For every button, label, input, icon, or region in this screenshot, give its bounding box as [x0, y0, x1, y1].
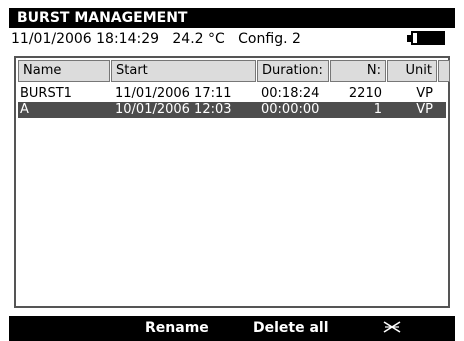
- column-header-n[interactable]: N:: [330, 60, 386, 82]
- cell-start: 11/01/2006 17:11: [115, 86, 232, 101]
- burst-list[interactable]: Name Start Duration: N: Unit BURST1 11/0…: [14, 56, 450, 308]
- cell-duration: 00:00:00: [261, 102, 320, 117]
- window-title: BURST MANAGEMENT: [17, 10, 188, 26]
- cell-name: A: [20, 102, 29, 117]
- status-bar: 11/01/2006 18:14:29 24.2 °C Config. 2: [9, 28, 455, 50]
- column-header-start[interactable]: Start: [111, 60, 256, 82]
- table-row[interactable]: BURST1 11/01/2006 17:11 00:18:24 2210 VP: [18, 86, 446, 102]
- cell-unit: VP: [416, 86, 433, 101]
- softkey-bar: Rename Delete all: [9, 316, 455, 341]
- battery-icon: [407, 31, 447, 45]
- list-header: Name Start Duration: N: Unit: [18, 60, 450, 84]
- column-header-unit[interactable]: Unit: [387, 60, 437, 82]
- title-bar: BURST MANAGEMENT: [9, 8, 455, 28]
- column-header-name[interactable]: Name: [18, 60, 110, 82]
- cell-n: 1: [373, 102, 382, 117]
- cell-name: BURST1: [20, 86, 72, 101]
- status-datetime: 11/01/2006 18:14:29: [11, 31, 160, 47]
- column-header-duration[interactable]: Duration:: [257, 60, 329, 82]
- cell-unit: VP: [416, 102, 433, 117]
- table-row-selected[interactable]: A 10/01/2006 12:03 00:00:00 1 VP: [18, 102, 446, 118]
- rename-button[interactable]: Rename: [145, 316, 209, 341]
- cell-duration: 00:18:24: [261, 86, 320, 101]
- delete-all-button[interactable]: Delete all: [253, 316, 329, 341]
- status-config: Config. 2: [238, 31, 301, 47]
- status-temperature: 24.2 °C: [172, 31, 225, 47]
- status-text: 11/01/2006 18:14:29 24.2 °C Config. 2: [11, 28, 301, 50]
- cell-n: 2210: [348, 86, 382, 101]
- cell-start: 10/01/2006 12:03: [115, 102, 232, 117]
- close-x-icon[interactable]: [383, 321, 401, 333]
- burst-management-window: BURST MANAGEMENT 11/01/2006 18:14:29 24.…: [9, 0, 455, 341]
- column-header-spacer: [438, 60, 450, 82]
